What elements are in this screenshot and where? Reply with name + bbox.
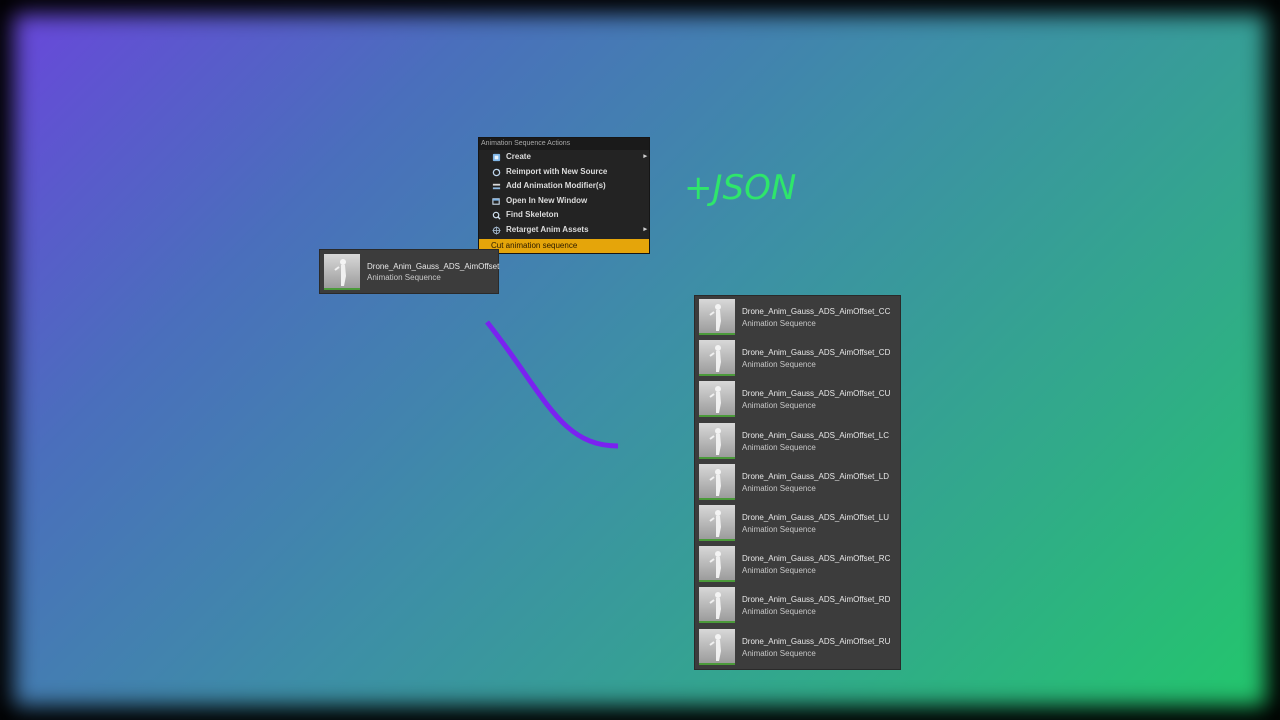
open-window-icon xyxy=(492,198,500,205)
asset-name: Drone_Anim_Gauss_ADS_AimOffset_RU xyxy=(742,636,891,646)
asset-type: Animation Sequence xyxy=(742,319,816,328)
list-item[interactable]: Drone_Anim_Gauss_ADS_AimOffset_RC Animat… xyxy=(695,543,900,584)
asset-thumbnail xyxy=(699,381,735,418)
asset-thumbnail xyxy=(699,422,735,459)
menu-item-label: Add Animation Modifier(s) xyxy=(506,181,606,191)
menu-item-find-skeleton[interactable]: Find Skeleton xyxy=(479,208,649,223)
context-menu-header: Animation Sequence Actions xyxy=(479,138,649,150)
asset-type: Animation Sequence xyxy=(742,524,816,534)
list-item[interactable]: Drone_Anim_Gauss_ADS_AimOffset_CU Animat… xyxy=(695,378,900,419)
asset-name: Drone_Anim_Gauss_ADS_AimOffset_LU xyxy=(742,512,890,522)
gradient-background xyxy=(0,0,1280,720)
asset-thumbnail xyxy=(699,299,735,335)
asset-type: Animation Sequence xyxy=(742,566,816,576)
figure-icon xyxy=(709,386,721,414)
asset-type: Animation Sequence xyxy=(742,607,816,617)
figure-icon xyxy=(709,633,721,661)
context-menu: Animation Sequence Actions Create ▸ Reim… xyxy=(478,137,650,254)
find-icon xyxy=(492,212,501,220)
menu-item-label: Reimport with New Source xyxy=(506,166,608,176)
figure-icon xyxy=(709,509,721,537)
menu-item-create[interactable]: Create ▸ xyxy=(479,150,649,165)
source-asset-tile[interactable]: Drone_Anim_Gauss_ADS_AimOffset Animation… xyxy=(319,249,499,294)
figure-icon xyxy=(709,345,721,373)
figure-icon xyxy=(334,259,346,286)
asset-thumbnail xyxy=(699,628,735,665)
asset-type: Animation Sequence xyxy=(742,442,816,452)
menu-item-label: Find Skeleton xyxy=(506,210,559,220)
figure-icon xyxy=(709,592,721,620)
asset-type: Animation Sequence xyxy=(742,360,816,370)
submenu-arrow-icon: ▸ xyxy=(643,153,647,160)
asset-thumbnail xyxy=(699,587,735,624)
asset-type: Animation Sequence xyxy=(742,401,816,411)
menu-item-label: Retarget Anim Assets xyxy=(506,224,589,234)
asset-thumbnail xyxy=(699,340,735,377)
asset-thumbnail xyxy=(699,463,735,500)
asset-name: Drone_Anim_Gauss_ADS_AimOffset_CD xyxy=(742,348,891,358)
figure-icon xyxy=(709,468,721,496)
asset-type: Animation Sequence xyxy=(742,648,816,658)
menu-item-label: Open In New Window xyxy=(506,195,588,205)
menu-item-reimport[interactable]: Reimport with New Source xyxy=(479,165,649,180)
json-annotation: +JSON xyxy=(684,168,797,208)
submenu-arrow-icon: ▸ xyxy=(643,225,647,233)
result-asset-list: Drone_Anim_Gauss_ADS_AimOffset_CC Animat… xyxy=(694,295,901,670)
retarget-icon xyxy=(492,226,501,235)
menu-item-label: Create xyxy=(506,152,531,161)
list-item[interactable]: Drone_Anim_Gauss_ADS_AimOffset_LD Animat… xyxy=(695,461,900,502)
figure-icon xyxy=(709,551,721,579)
list-item[interactable]: Drone_Anim_Gauss_ADS_AimOffset_LU Animat… xyxy=(695,502,900,543)
list-item[interactable]: Drone_Anim_Gauss_ADS_AimOffset_CC Animat… xyxy=(695,296,900,337)
asset-type: Animation Sequence xyxy=(367,273,441,282)
asset-name: Drone_Anim_Gauss_ADS_AimOffset_RD xyxy=(742,595,891,605)
asset-thumbnail xyxy=(699,546,735,583)
asset-name: Drone_Anim_Gauss_ADS_AimOffset_LD xyxy=(742,471,890,481)
asset-name: Drone_Anim_Gauss_ADS_AimOffset xyxy=(367,262,500,271)
list-item[interactable]: Drone_Anim_Gauss_ADS_AimOffset_LC Animat… xyxy=(695,420,900,461)
asset-name: Drone_Anim_Gauss_ADS_AimOffset_RC xyxy=(742,554,891,564)
figure-icon xyxy=(709,304,721,331)
list-item[interactable]: Drone_Anim_Gauss_ADS_AimOffset_CD Animat… xyxy=(695,337,900,378)
asset-name: Drone_Anim_Gauss_ADS_AimOffset_LC xyxy=(742,430,890,440)
figure-icon xyxy=(709,427,721,455)
menu-item-retarget[interactable]: Retarget Anim Assets ▸ xyxy=(479,223,649,238)
asset-name: Drone_Anim_Gauss_ADS_AimOffset_CC xyxy=(742,307,891,316)
list-item[interactable]: Drone_Anim_Gauss_ADS_AimOffset_RU Animat… xyxy=(695,626,900,667)
create-icon xyxy=(492,153,501,162)
menu-item-cut-animation-sequence[interactable]: Cut animation sequence xyxy=(479,238,649,254)
asset-thumbnail xyxy=(324,254,360,290)
asset-type: Animation Sequence xyxy=(742,483,816,493)
modifier-icon xyxy=(492,183,501,190)
menu-item-add-modifier[interactable]: Add Animation Modifier(s) xyxy=(479,179,649,194)
list-item[interactable]: Drone_Anim_Gauss_ADS_AimOffset_RD Animat… xyxy=(695,584,900,625)
asset-name: Drone_Anim_Gauss_ADS_AimOffset_CU xyxy=(742,389,891,399)
reimport-icon xyxy=(492,168,501,176)
menu-item-open-new-window[interactable]: Open In New Window xyxy=(479,194,649,209)
asset-thumbnail xyxy=(699,504,735,541)
